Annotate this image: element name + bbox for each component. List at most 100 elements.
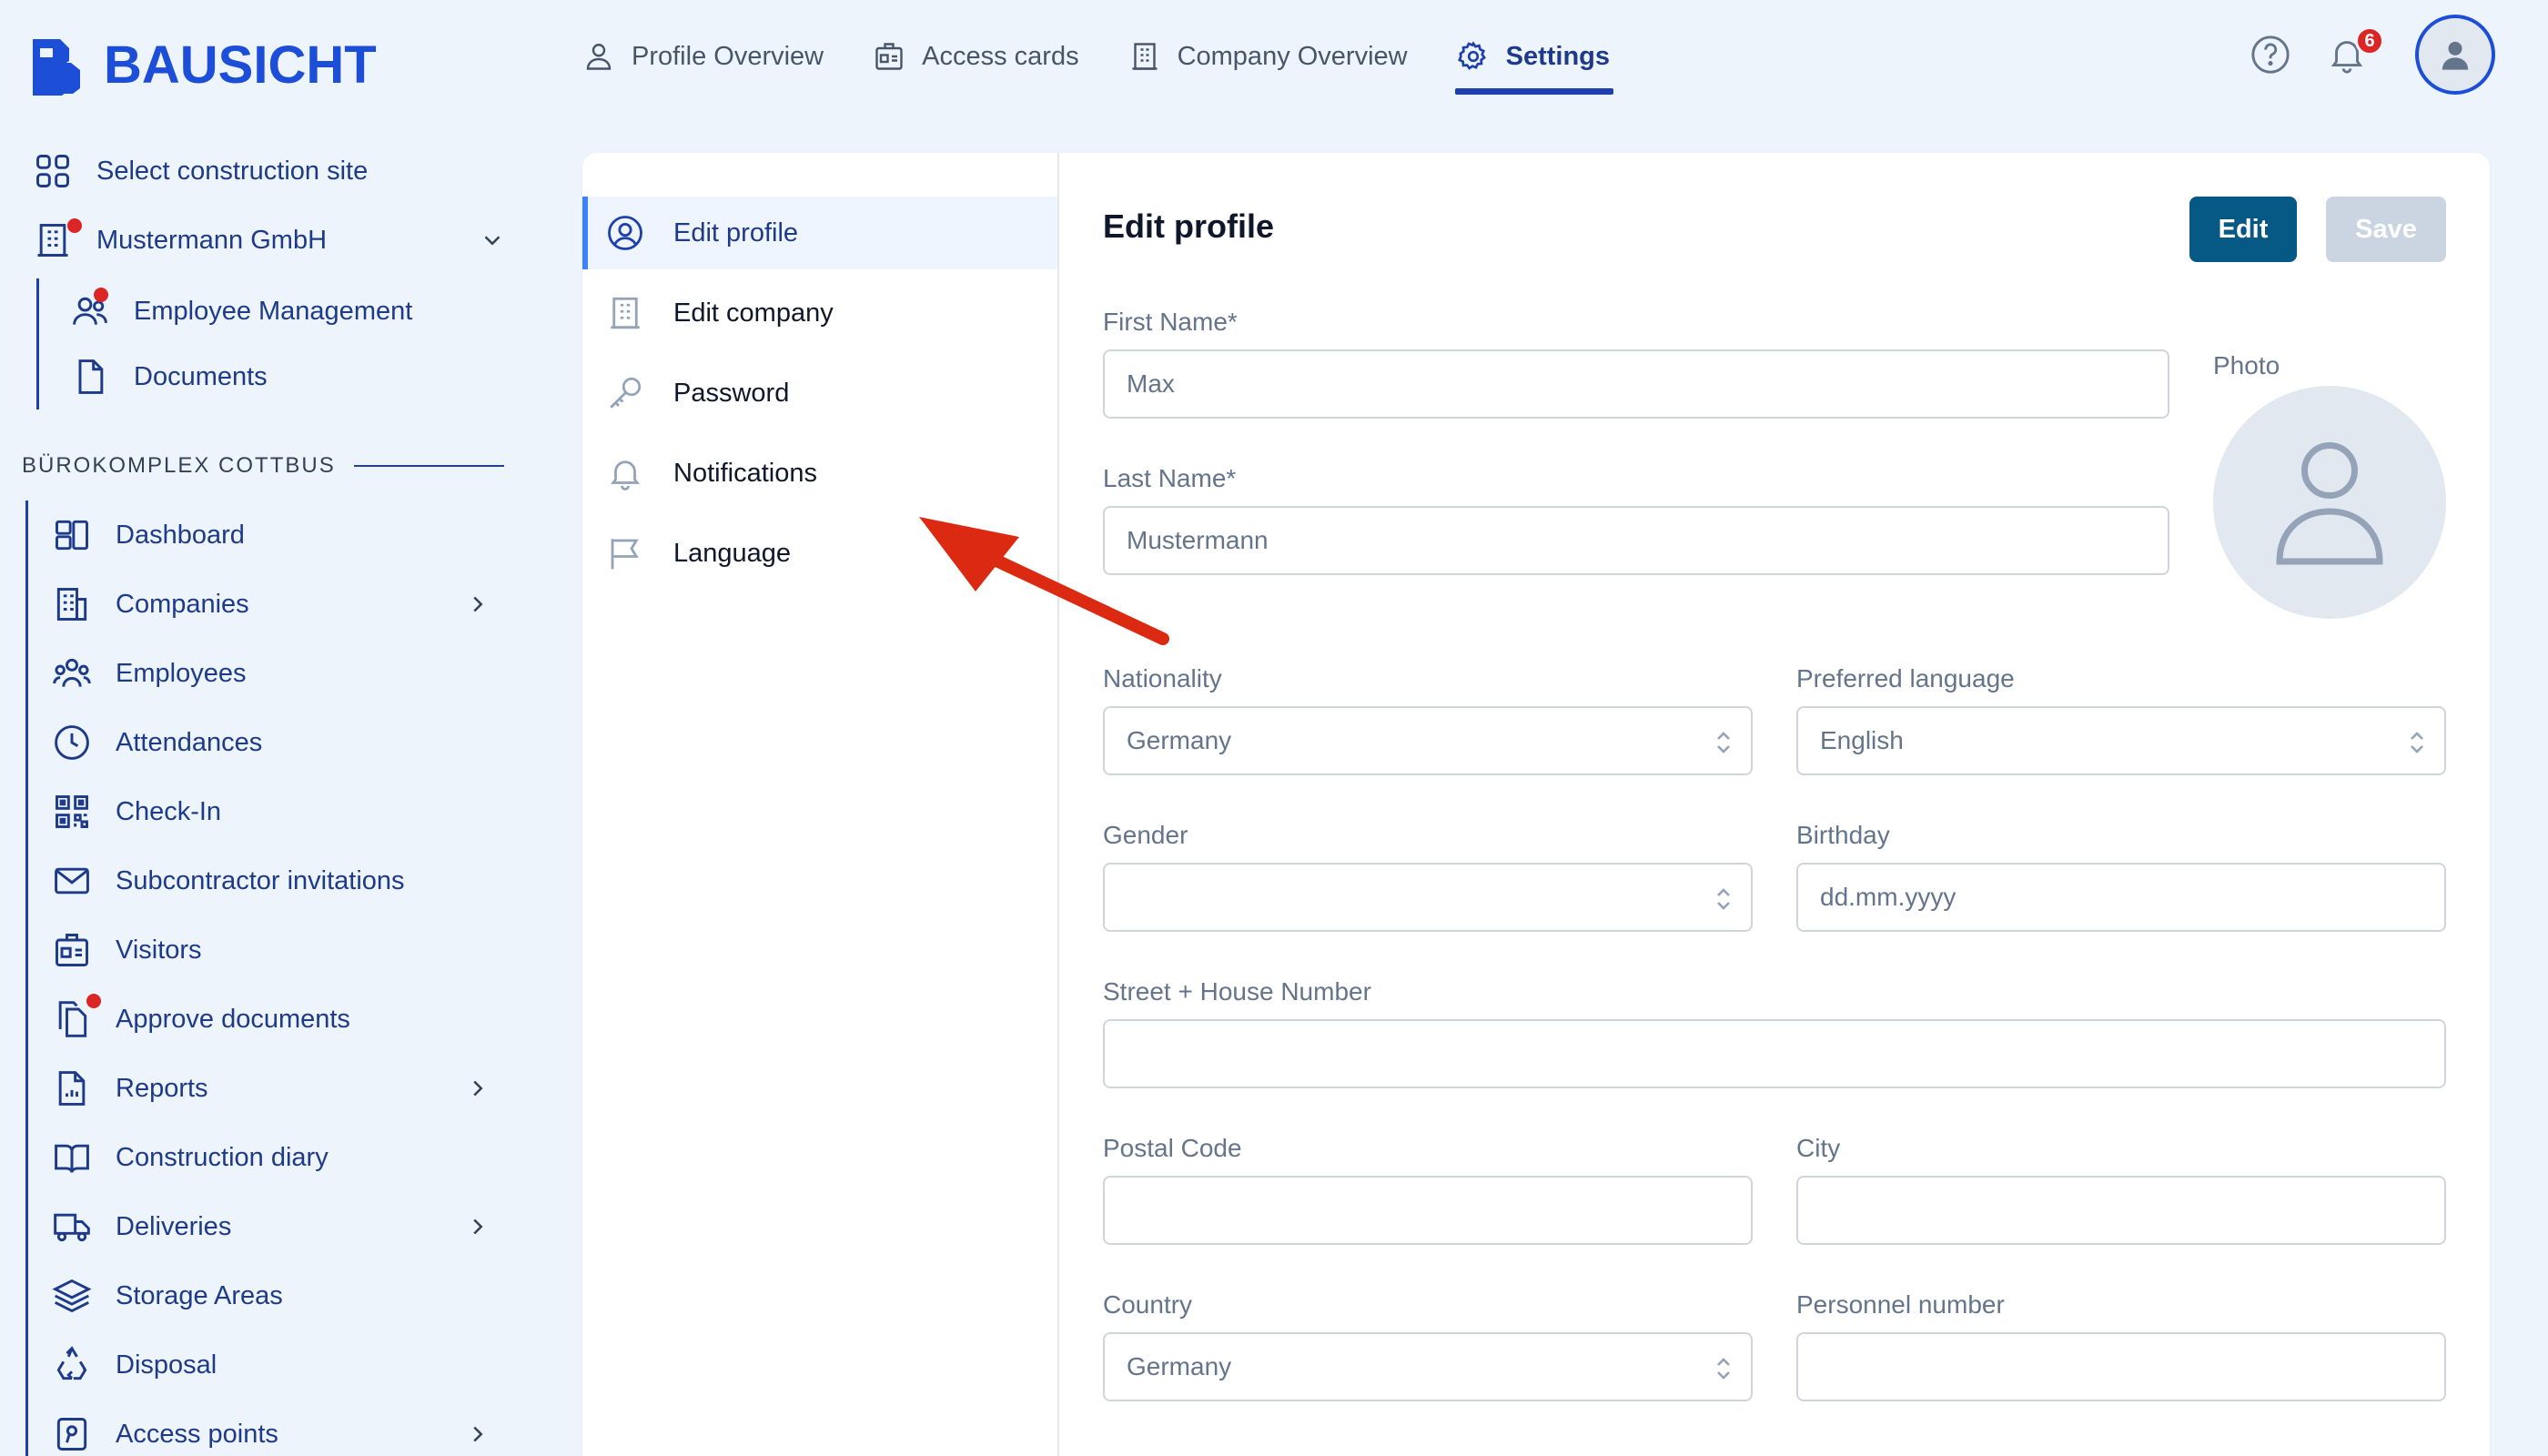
sidebar-item-label: Companies [116,589,249,619]
city-field[interactable] [1796,1176,2446,1245]
brand-logo[interactable]: BAUSICHT [27,35,377,96]
preferred-language-value: English [1820,726,1904,754]
book-icon [55,1144,89,1173]
brand-logo-icon [33,38,80,96]
gender-select[interactable] [1103,863,1753,932]
country-select[interactable]: Germany [1103,1332,1753,1401]
sidebar-item-label: Employee Management [134,296,413,326]
sidebar-item-visitors[interactable]: Visitors [52,915,491,985]
nav-label: Settings [1505,41,1611,71]
personnel-number-field[interactable] [1796,1332,2446,1401]
help-icon [2251,35,2290,74]
company-selector[interactable]: Mustermann GmbH [33,206,506,275]
sidebar-item-documents[interactable]: Documents [70,344,412,410]
sidebar-item-employee-management[interactable]: Employee Management [70,278,412,344]
sidebar-item-employees[interactable]: Employees [52,639,491,708]
card-divider [1057,153,1059,1456]
birthday-placeholder: dd.mm.yyyy [1820,883,1956,911]
key-icon [610,377,642,409]
postal-code-label: Postal Code [1103,1134,1242,1162]
last-name-field[interactable]: Mustermann [1103,506,2169,575]
sidebar-item-access-points[interactable]: Access points [52,1400,491,1456]
sidebar-item-reports[interactable]: Reports [52,1054,491,1123]
settings-item-password[interactable]: Password [582,357,1057,430]
nav-profile-overview[interactable]: Profile Overview [582,27,824,86]
select-arrows-icon [1717,732,1730,753]
user-icon [2442,41,2469,70]
sidebar-item-construction-diary[interactable]: Construction diary [52,1123,491,1192]
site-section-title: BÜROKOMPLEX COTTBUS [22,453,336,478]
recycle-icon [56,1346,87,1380]
sidebar-item-storage-areas[interactable]: Storage Areas [52,1261,491,1330]
chevron-right-icon [473,596,483,612]
first-name-field[interactable]: Max [1103,349,2169,419]
settings-item-label: Edit profile [673,217,799,248]
company-subnav: Employee Management Documents [36,278,412,410]
qr-code-icon [56,795,88,828]
help-button[interactable] [2250,34,2291,76]
sidebar-item-label: Subcontractor invitations [116,865,405,895]
mail-icon [55,867,89,895]
sidebar-item-approve-documents[interactable]: Approve documents [52,985,491,1054]
select-construction-site[interactable]: Select construction site [33,136,506,206]
nav-settings[interactable]: Settings [1454,27,1614,95]
street-field[interactable] [1103,1019,2446,1088]
site-section-header: BÜROKOMPLEX COTTBUS [22,453,504,479]
settings-item-edit-profile[interactable]: Edit profile [582,197,1057,269]
chevron-right-icon [473,1426,483,1442]
select-arrows-icon [2411,732,2423,753]
bell-icon [611,460,640,490]
building-icon [1132,43,1158,70]
documents-icon [58,1001,87,1037]
photo-upload[interactable] [2213,386,2446,619]
nationality-value: Germany [1127,726,1232,754]
settings-item-edit-company[interactable]: Edit company [582,277,1057,349]
sidebar-item-label: Attendances [116,727,263,757]
sidebar-item-subcontractor-invitations[interactable]: Subcontractor invitations [52,846,491,915]
alert-dot [94,288,108,302]
settings-item-label: Edit company [673,298,834,328]
select-arrows-icon [1717,888,1730,910]
layers-icon [52,1279,92,1313]
access-point-icon [56,1418,87,1451]
building-icon [56,588,87,621]
birthday-field[interactable]: dd.mm.yyyy [1796,863,2446,932]
sidebar-item-label: Disposal [116,1350,217,1380]
nav-company-overview[interactable]: Company Overview [1128,27,1408,86]
sidebar-item-attendances[interactable]: Attendances [52,708,491,777]
personnel-number-label: Personnel number [1796,1290,2005,1319]
form-title: Edit profile [1103,207,1274,245]
company-name: Mustermann GmbH [96,225,328,255]
settings-item-label: Password [673,378,790,408]
nav-label: Access cards [922,41,1079,71]
sidebar-item-label: Approve documents [116,1004,350,1034]
grid-icon [36,155,69,187]
first-name-value: Max [1127,369,1175,398]
settings-menu: Edit profile Edit company Password Notif… [582,197,1057,597]
sidebar-item-companies[interactable]: Companies [52,570,491,639]
edit-button[interactable]: Edit [2189,197,2297,262]
user-avatar[interactable] [2415,15,2495,95]
nav-access-cards[interactable]: Access cards [873,27,1079,86]
nationality-select[interactable]: Germany [1103,706,1753,775]
user-placeholder-icon [2276,442,2383,565]
sidebar-item-disposal[interactable]: Disposal [52,1330,491,1400]
save-button[interactable]: Save [2326,197,2446,262]
settings-item-notifications[interactable]: Notifications [582,437,1057,510]
alert-dot [67,218,82,233]
report-icon [58,1071,86,1106]
last-name-label: Last Name* [1103,464,1237,492]
sidebar-item-dashboard[interactable]: Dashboard [52,500,491,570]
notifications-button[interactable]: 6 [2326,26,2384,76]
dashboard-icon [56,520,88,551]
settings-item-language[interactable]: Language [582,517,1057,590]
building-icon [611,297,640,329]
sidebar-item-check-in[interactable]: Check-In [52,777,491,846]
preferred-language-select[interactable]: English [1796,706,2446,775]
sidebar-item-label: Check-In [116,796,222,826]
sidebar-item-deliveries[interactable]: Deliveries [52,1192,491,1261]
gender-label: Gender [1103,821,1188,849]
nav-label: Company Overview [1177,41,1408,71]
country-label: Country [1103,1290,1193,1319]
postal-code-field[interactable] [1103,1176,1753,1245]
